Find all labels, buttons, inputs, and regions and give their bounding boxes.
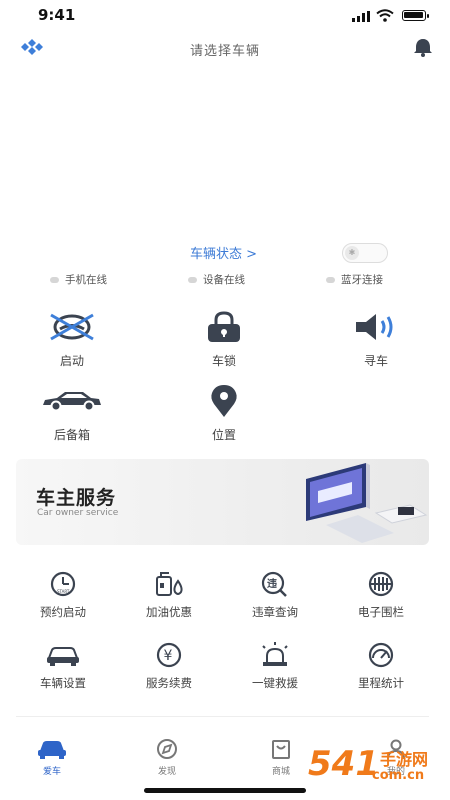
fuel-icon	[156, 572, 183, 596]
bell-icon[interactable]	[412, 38, 434, 58]
start-engine-button[interactable]: 启动	[22, 310, 122, 369]
one-key-rescue-button[interactable]: 一键救援	[230, 641, 320, 691]
car-icon	[38, 741, 66, 759]
indicator-label: 手机在线	[65, 274, 107, 286]
fence-icon	[368, 571, 394, 597]
svg-text:START: START	[57, 589, 70, 594]
service-label: 违章查询	[252, 605, 298, 619]
car-lock-button[interactable]: 车锁	[174, 310, 274, 369]
service-label: 服务续费	[146, 676, 192, 690]
section-divider	[16, 716, 429, 717]
service-renewal-button[interactable]: ¥ 服务续费	[124, 641, 214, 691]
service-label: 车辆设置	[40, 676, 86, 690]
control-label: 后备箱	[53, 428, 90, 442]
clock-icon: START	[50, 571, 76, 597]
siren-icon	[262, 642, 288, 666]
watermark-text: 手游网	[380, 750, 429, 769]
service-label: 一键救援	[252, 676, 298, 690]
fuel-discount-button[interactable]: 加油优惠	[124, 570, 214, 620]
location-pin-icon	[211, 385, 237, 417]
tab-label: 发现	[157, 767, 176, 777]
indicator-label: 蓝牙连接	[341, 274, 383, 286]
control-label: 位置	[211, 428, 236, 442]
shop-bag-icon	[272, 740, 290, 759]
location-button[interactable]: 位置	[174, 384, 274, 443]
bluetooth-toggle[interactable]: ✱	[342, 243, 388, 263]
violation-query-button[interactable]: 违 违章查询	[230, 570, 320, 620]
yuan-icon: ¥	[156, 642, 182, 668]
tab-discover[interactable]: 发现	[137, 738, 197, 777]
watermark-domain: com.cn	[372, 768, 425, 783]
control-label: 车锁	[211, 354, 236, 368]
svg-text:违: 违	[267, 577, 277, 590]
trunk-car-icon	[43, 392, 101, 412]
service-label: 加油优惠	[146, 605, 192, 619]
compass-icon	[157, 739, 177, 759]
horn-icon	[356, 314, 393, 340]
tab-my-car[interactable]: 爱车	[22, 738, 82, 777]
car-owner-service-banner[interactable]: 车主服务 Car owner service	[16, 459, 429, 545]
vehicle-status-link[interactable]: 车辆状态 >	[190, 243, 257, 262]
vehicle-settings-button[interactable]: 车辆设置	[18, 641, 108, 691]
engine-start-icon	[50, 313, 94, 341]
watermark-number: 541	[308, 744, 379, 784]
bluetooth-indicator: 蓝牙连接	[326, 272, 383, 287]
mileage-stats-button[interactable]: 里程统计	[336, 641, 426, 691]
phone-online-indicator: 手机在线	[50, 272, 107, 287]
control-label: 寻车	[363, 354, 388, 368]
banner-subtitle: Car owner service	[37, 508, 119, 518]
geo-fence-button[interactable]: 电子围栏	[336, 570, 426, 620]
find-car-button[interactable]: 寻车	[326, 310, 426, 369]
vehicle-select-title[interactable]: 请选择车辆	[0, 40, 450, 59]
svg-text:¥: ¥	[164, 648, 173, 664]
status-dot	[50, 277, 59, 283]
scheduled-start-button[interactable]: START 预约启动	[18, 570, 108, 620]
violation-search-icon: 违	[261, 571, 287, 597]
site-watermark: 541 手游网 com.cn	[308, 742, 448, 794]
control-label: 启动	[59, 354, 84, 368]
status-dot	[188, 277, 197, 283]
lock-icon	[208, 311, 240, 342]
car-settings-icon	[47, 647, 79, 666]
gauge-icon	[368, 642, 394, 668]
device-online-indicator: 设备在线	[188, 272, 245, 287]
wifi-icon	[376, 9, 394, 22]
cellular-signal-icon	[352, 11, 370, 22]
status-dot	[326, 277, 335, 283]
indicator-label: 设备在线	[203, 274, 245, 286]
service-label: 预约启动	[40, 605, 86, 619]
service-label: 电子围栏	[358, 605, 404, 619]
bluetooth-knob-icon: ✱	[345, 246, 359, 260]
banner-title: 车主服务	[36, 487, 117, 509]
home-indicator[interactable]	[144, 788, 306, 793]
service-label: 里程统计	[358, 676, 404, 690]
tab-label: 商城	[271, 767, 290, 777]
tab-label: 爱车	[42, 767, 61, 777]
status-time: 9:41	[38, 6, 76, 24]
status-bar: 9:41	[0, 0, 450, 32]
trunk-button[interactable]: 后备箱	[22, 384, 122, 443]
tab-shop[interactable]: 商城	[251, 738, 311, 777]
computer-illustration-icon	[306, 463, 428, 543]
battery-icon	[402, 10, 429, 21]
